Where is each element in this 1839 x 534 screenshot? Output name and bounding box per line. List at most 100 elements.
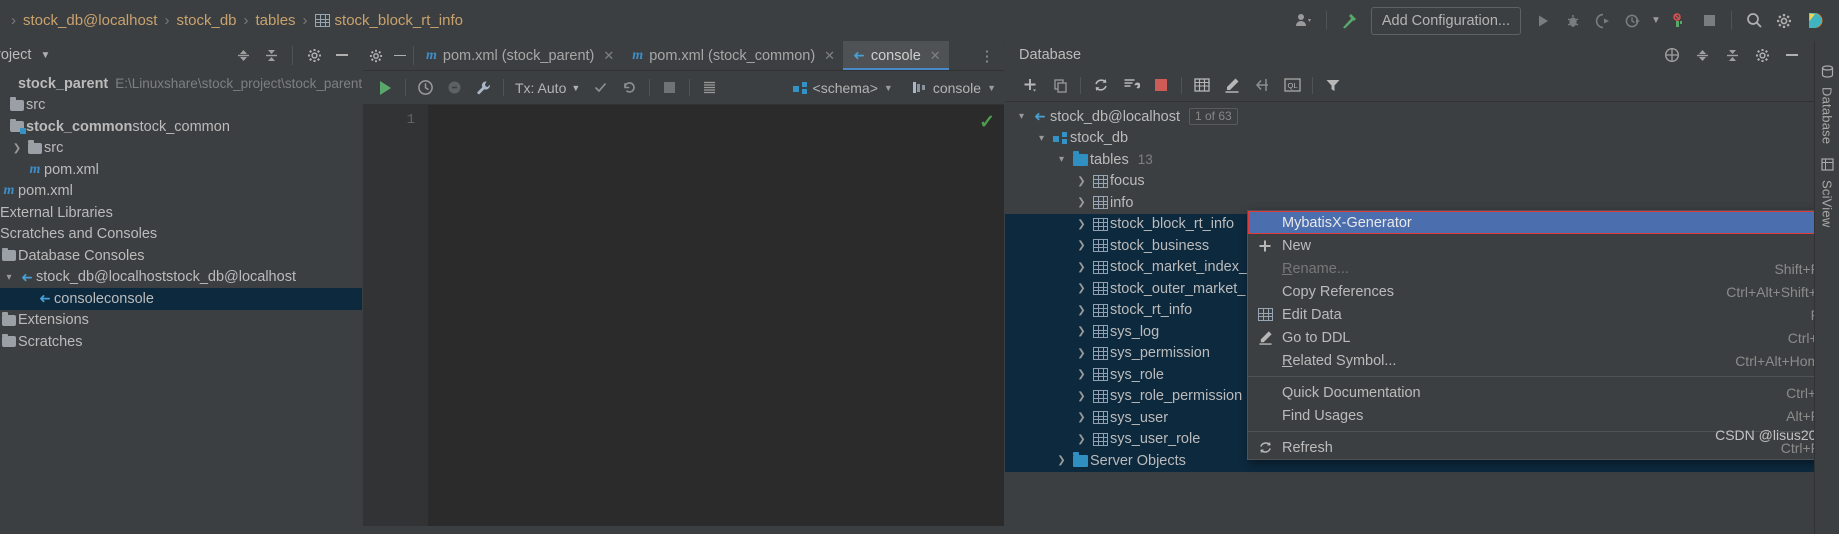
close-icon[interactable]: ✕ [603,48,614,64]
tx-mode-selector[interactable]: Tx: Auto ▼ [509,80,586,96]
chevron-down-icon[interactable]: ▾ [1053,154,1070,165]
chevron-right-icon[interactable]: ❯ [1073,176,1090,187]
code-content[interactable]: ✓ [428,105,1004,526]
tree-item-stock-parent[interactable]: stock_parent E:\Linuxshare\stock_project… [0,73,362,95]
duplicate-icon[interactable] [1045,72,1075,98]
query-console-icon[interactable]: QL [1277,72,1307,98]
table-editor-icon[interactable] [1187,72,1217,98]
run-script-icon[interactable] [1116,72,1146,98]
chevron-right-icon[interactable]: ❯ [1073,283,1090,294]
user-icon[interactable] [1289,7,1319,35]
gear-icon[interactable] [363,41,389,70]
console-selector[interactable]: console ▼ [912,80,996,96]
chevron-right-icon[interactable]: ❯ [1073,369,1090,380]
tree-item-console[interactable]: ➜ console console [0,288,362,310]
breadcrumb-item-schema[interactable]: stock_db [170,12,242,29]
add-configuration-button[interactable]: Add Configuration... [1370,6,1521,35]
code-editor[interactable]: 1 ✓ [363,105,1004,526]
tree-item-db-connection[interactable]: ▾ ➜ stock_db@localhost stock_db@localhost [0,267,362,289]
add-icon[interactable] [1015,72,1045,98]
database-strip-icon[interactable] [1821,65,1834,81]
debug-icon[interactable] [1558,7,1588,35]
expand-all-icon[interactable] [1687,41,1717,69]
breadcrumb-item-tables[interactable]: tables [250,12,302,29]
search-icon[interactable] [1739,7,1769,35]
menu-item-copy-references[interactable]: Copy References Ctrl+Alt+Shift+C [1248,280,1839,303]
stop-query-icon[interactable] [440,75,469,101]
tree-item-external-libraries[interactable]: External Libraries [0,202,362,224]
tree-item-scratches[interactable]: Scratches [0,331,362,353]
close-icon[interactable]: ✕ [930,48,941,64]
chevron-down-icon[interactable]: ▼ [1648,7,1664,35]
run-with-coverage-icon[interactable] [1588,7,1618,35]
db-tree-item-tables[interactable]: ▾ tables 13 [1005,149,1815,171]
chevron-down-icon[interactable]: ▾ [0,272,18,283]
attach-debugger-icon[interactable] [1664,7,1694,35]
tree-item-extensions[interactable]: Extensions [0,310,362,332]
chevron-right-icon[interactable]: ❯ [1053,455,1070,466]
chevron-right-icon[interactable]: ❯ [1073,240,1090,251]
chevron-right-icon[interactable]: ❯ [1073,434,1090,445]
tab-pom-stock-common[interactable]: m pom.xml (stock_common) ✕ [622,41,843,70]
expand-all-icon[interactable] [229,43,257,67]
db-tree-item-schema[interactable]: ▾ stock_db [1005,128,1815,150]
menu-item-go-to-ddl[interactable]: Go to DDL Ctrl+B [1248,326,1839,349]
idea-logo-icon[interactable] [1799,7,1829,35]
tree-item-src[interactable]: src [0,95,362,117]
chevron-right-icon[interactable]: ❯ [1073,262,1090,273]
tab-pom-stock-parent[interactable]: m pom.xml (stock_parent) ✕ [416,41,622,70]
profile-icon[interactable] [1618,7,1648,35]
tree-item-parent-pom[interactable]: m pom.xml [0,181,362,203]
schema-selector[interactable]: <schema> ▼ [792,80,893,96]
chevron-down-icon[interactable]: ▾ [1013,111,1030,122]
refresh-icon[interactable] [1086,72,1116,98]
wrench-icon[interactable] [469,75,498,101]
more-options-icon[interactable]: ⋮ [976,42,998,70]
gear-icon[interactable] [300,43,328,67]
stop-icon[interactable] [1694,7,1724,35]
chevron-down-icon[interactable]: ▾ [1033,133,1050,144]
cancel-icon[interactable] [655,75,684,101]
chevron-right-icon[interactable]: ❯ [1073,305,1090,316]
stop-icon[interactable] [1146,72,1176,98]
rollback-icon[interactable] [615,75,644,101]
breadcrumb-item-table[interactable]: stock_block_rt_info [309,12,469,29]
menu-item-quick-documentation[interactable]: Quick Documentation Ctrl+Q [1248,381,1839,404]
modify-icon[interactable] [1217,72,1247,98]
tree-item-common-pom[interactable]: m pom.xml [0,159,362,181]
tree-item-stock-common[interactable]: stock_common stock_common [0,116,362,138]
sync-icon[interactable] [1657,41,1687,69]
breadcrumb-item-connection[interactable]: stock_db@localhost [17,12,163,29]
chevron-down-icon[interactable]: ▼ [40,50,50,61]
chevron-right-icon[interactable]: ❯ [1073,348,1090,359]
menu-item-edit-data[interactable]: Edit Data F4 [1248,303,1839,326]
collapse-all-icon[interactable] [1717,41,1747,69]
run-icon[interactable] [1528,7,1558,35]
chevron-right-icon[interactable]: ❯ [1073,326,1090,337]
commit-icon[interactable] [586,75,615,101]
hide-panel-icon[interactable] [1777,41,1807,69]
chevron-right-icon[interactable]: ❯ [1073,197,1090,208]
minimize-icon[interactable] [389,41,411,70]
gear-icon[interactable] [1769,7,1799,35]
chevron-right-icon[interactable]: ❯ [1073,219,1090,230]
menu-item-new[interactable]: New › [1248,234,1839,257]
menu-item-find-usages[interactable]: Find Usages Alt+F7 [1248,404,1839,427]
collapse-all-icon[interactable] [257,43,285,67]
chevron-right-icon[interactable]: ❯ [8,143,26,154]
hide-panel-icon[interactable] [328,43,356,67]
menu-item-mybatisx-generator[interactable]: MybatisX-Generator [1248,211,1839,234]
chevron-right-icon[interactable]: ❯ [1073,391,1090,402]
history-icon[interactable] [411,75,440,101]
filter-icon[interactable] [1318,72,1348,98]
sciview-strip-icon[interactable] [1820,158,1834,174]
tree-item-common-src[interactable]: ❯ src [0,138,362,160]
db-tree-item-connection[interactable]: ▾ ➜ stock_db@localhost 1 of 63 [1005,106,1815,128]
right-strip-database-label[interactable]: Database [1820,87,1835,144]
tree-item-database-consoles[interactable]: Database Consoles [0,245,362,267]
right-strip-sciview-label[interactable]: SciView [1820,180,1835,227]
chevron-right-icon[interactable]: ❯ [1073,412,1090,423]
jump-to-icon[interactable] [1247,72,1277,98]
output-icon[interactable] [695,75,724,101]
gear-icon[interactable] [1747,41,1777,69]
